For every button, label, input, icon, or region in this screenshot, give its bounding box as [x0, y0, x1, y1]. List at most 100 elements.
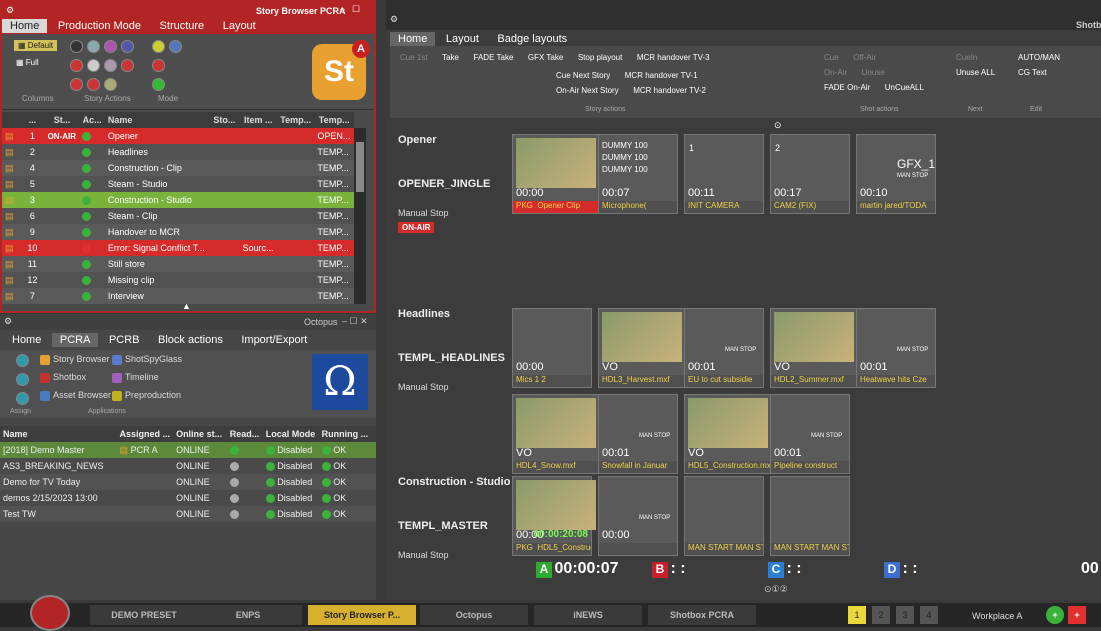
- taskbar-item[interactable]: Story Browser P...: [308, 605, 416, 625]
- mode-button[interactable]: [169, 40, 182, 53]
- app-preproduction[interactable]: Preproduction: [112, 390, 181, 401]
- shot-card[interactable]: DUMMY 100 DUMMY 100 DUMMY 100 00:07 Micropho…: [598, 134, 678, 214]
- taskbar-item[interactable]: Octopus: [420, 605, 528, 625]
- unuse-button[interactable]: Unuse: [858, 66, 889, 79]
- table-row[interactable]: [2018] Demo Master ▤ PCR A ONLINE Disabl…: [0, 442, 376, 458]
- action-button[interactable]: [70, 59, 83, 72]
- mcr-handover-tv2-button[interactable]: MCR handover TV-2: [629, 84, 710, 97]
- cue-1st-button[interactable]: Cue 1st: [396, 51, 432, 64]
- tab-block-actions[interactable]: Block actions: [150, 333, 231, 347]
- shot-card[interactable]: 00:00 Mics 1 2: [512, 308, 592, 388]
- shot-card[interactable]: MAN STOP 00:00: [598, 476, 678, 556]
- columns-default-button[interactable]: ▦ Default: [14, 40, 58, 51]
- shot-card[interactable]: 1 00:11 INIT CAMERA: [684, 134, 764, 214]
- expand-arrow-icon[interactable]: ⊙: [774, 120, 782, 131]
- workplace-page-button[interactable]: 1: [848, 606, 866, 624]
- taskbar-item[interactable]: DEMO PRESET: [90, 605, 198, 625]
- table-row[interactable]: ▤ 9 Handover to MCR TEMP...: [2, 224, 354, 240]
- off-air-button[interactable]: Off-Air: [849, 51, 880, 64]
- take-button[interactable]: Take: [438, 51, 463, 64]
- app-asset-browser[interactable]: Asset Browser: [40, 390, 111, 401]
- action-button[interactable]: [87, 40, 100, 53]
- uncueall-button[interactable]: UnCueALL: [881, 81, 928, 94]
- tab-badge-layouts[interactable]: Badge layouts: [489, 32, 575, 46]
- shot-card[interactable]: 2 00:17 CAM2 (FIX): [770, 134, 850, 214]
- tab-layout[interactable]: Layout: [438, 32, 487, 46]
- shot-card[interactable]: MAN STOP 00:01 Pipeline construct: [770, 394, 850, 474]
- table-row[interactable]: AS3_BREAKING_NEWS ONLINE Disabled OK: [0, 458, 376, 474]
- assign-button[interactable]: [16, 392, 29, 405]
- col-header[interactable]: Temp...: [277, 112, 314, 128]
- action-button[interactable]: [104, 40, 117, 53]
- table-row[interactable]: ▤ 10 Error: Signal Conflict T... Sourc..…: [2, 240, 354, 256]
- col-header[interactable]: Running ...: [319, 426, 376, 442]
- action-button[interactable]: [121, 40, 134, 53]
- rundown-scrollbar[interactable]: [354, 128, 366, 304]
- table-row[interactable]: ▤ 2 Headlines TEMP...: [2, 144, 354, 160]
- app-timeline[interactable]: Timeline: [112, 372, 159, 383]
- shot-card[interactable]: MAN START MAN STOP: [684, 476, 764, 556]
- col-header[interactable]: Read...: [227, 426, 263, 442]
- col-header[interactable]: Ac...: [79, 112, 104, 128]
- app-story-browser[interactable]: Story Browser: [40, 354, 110, 365]
- app-shotspyglass[interactable]: ShotSpyGlass: [112, 354, 182, 365]
- app-shotbox[interactable]: Shotbox: [40, 372, 86, 383]
- table-row[interactable]: Test TW ONLINE Disabled OK: [0, 506, 376, 522]
- minimize-icon[interactable]: –: [340, 4, 345, 14]
- shot-card[interactable]: MAN STOP 00:01 Snowfall in Januar: [598, 394, 678, 474]
- action-button[interactable]: [104, 78, 117, 91]
- window-controls[interactable]: – ☐ ✕: [342, 316, 368, 327]
- taskbar-item[interactable]: ENPS: [194, 605, 302, 625]
- workplace-page-button[interactable]: 4: [920, 606, 938, 624]
- cue-next-story-button[interactable]: Cue Next Story: [552, 69, 614, 82]
- mode-button[interactable]: [152, 59, 165, 72]
- col-header[interactable]: Temp...: [314, 112, 354, 128]
- table-row[interactable]: ▤ 7 Interview TEMP...: [2, 288, 354, 304]
- shot-card[interactable]: MAN STOP 00:01 EU to cut subsidie: [684, 308, 764, 388]
- page-indicators[interactable]: ⊙①②: [764, 584, 788, 595]
- gfx-take-button[interactable]: GFX Take: [524, 51, 567, 64]
- col-header[interactable]: Name: [105, 112, 209, 128]
- auto-man-button[interactable]: AUTO/MAN: [1014, 51, 1064, 64]
- shot-card[interactable]: 00:0000:00:20:08PKG HDL5_Construction.mx…: [512, 476, 596, 556]
- action-button[interactable]: [87, 59, 100, 72]
- scroll-thumb[interactable]: [356, 142, 364, 192]
- tab-pcrb[interactable]: PCRB: [101, 333, 148, 347]
- columns-full-button[interactable]: ▦ Full: [16, 58, 39, 67]
- table-row[interactable]: demos 2/15/2023 13:00 ONLINE Disabled OK: [0, 490, 376, 506]
- table-row[interactable]: ▤ 5 Steam - Studio TEMP...: [2, 176, 354, 192]
- col-header[interactable]: Local Mode: [263, 426, 319, 442]
- tab-pcra[interactable]: PCRA: [51, 333, 99, 347]
- mcr-handover-tv3-button[interactable]: MCR handover TV-3: [633, 51, 714, 64]
- cuein-button[interactable]: CueIn: [952, 51, 981, 64]
- tab-structure[interactable]: Structure: [152, 19, 213, 33]
- col-header[interactable]: St...: [45, 112, 80, 128]
- table-row[interactable]: ▤ 1 ON-AIR Opener OPEN...: [2, 128, 354, 144]
- table-row[interactable]: ▤ 4 Construction - Clip TEMP...: [2, 160, 354, 176]
- taskbar-item[interactable]: iNEWS: [534, 605, 642, 625]
- mcr-handover-tv1-button[interactable]: MCR handover TV-1: [621, 69, 702, 82]
- tab-production-mode[interactable]: Production Mode: [50, 19, 149, 33]
- workplace-page-button[interactable]: 2: [872, 606, 890, 624]
- table-row[interactable]: ▤ 6 Steam - Clip TEMP...: [2, 208, 354, 224]
- tab-home[interactable]: Home: [2, 19, 48, 33]
- action-button[interactable]: [104, 59, 117, 72]
- shot-card[interactable]: MAN STOP 00:01 Heatwave hits Cze: [856, 308, 936, 388]
- remove-red-icon[interactable]: +: [1068, 606, 1086, 624]
- fade-take-button[interactable]: FADE Take: [470, 51, 518, 64]
- col-header[interactable]: ...: [20, 112, 44, 128]
- cue-button[interactable]: Cue: [820, 51, 843, 64]
- action-button[interactable]: [121, 59, 134, 72]
- workplace-page-button[interactable]: 3: [896, 606, 914, 624]
- on-air-button[interactable]: On-Air: [820, 66, 851, 79]
- action-button[interactable]: [87, 78, 100, 91]
- col-header[interactable]: Online st...: [173, 426, 227, 442]
- tab-home[interactable]: Home: [390, 32, 436, 46]
- maximize-icon[interactable]: ☐: [352, 4, 360, 15]
- add-green-icon[interactable]: +: [1046, 606, 1064, 624]
- stop-playout-button[interactable]: Stop playout: [574, 51, 626, 64]
- collapse-arrow-icon[interactable]: ▲: [182, 301, 191, 311]
- fade-on-air-button[interactable]: FADE On-Air: [820, 81, 874, 94]
- assign-button[interactable]: [16, 354, 29, 367]
- col-header[interactable]: Name: [0, 426, 117, 442]
